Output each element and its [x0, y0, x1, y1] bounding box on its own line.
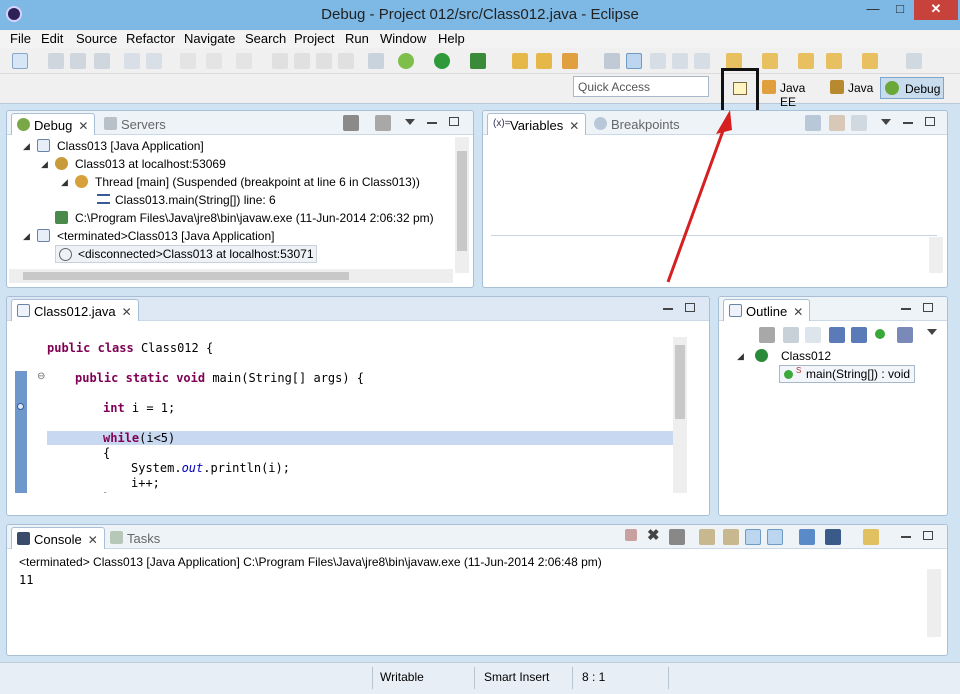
annotation-arrow-head	[716, 110, 732, 134]
annotation-arrow-line	[666, 127, 726, 283]
annotation-arrow	[666, 110, 732, 283]
